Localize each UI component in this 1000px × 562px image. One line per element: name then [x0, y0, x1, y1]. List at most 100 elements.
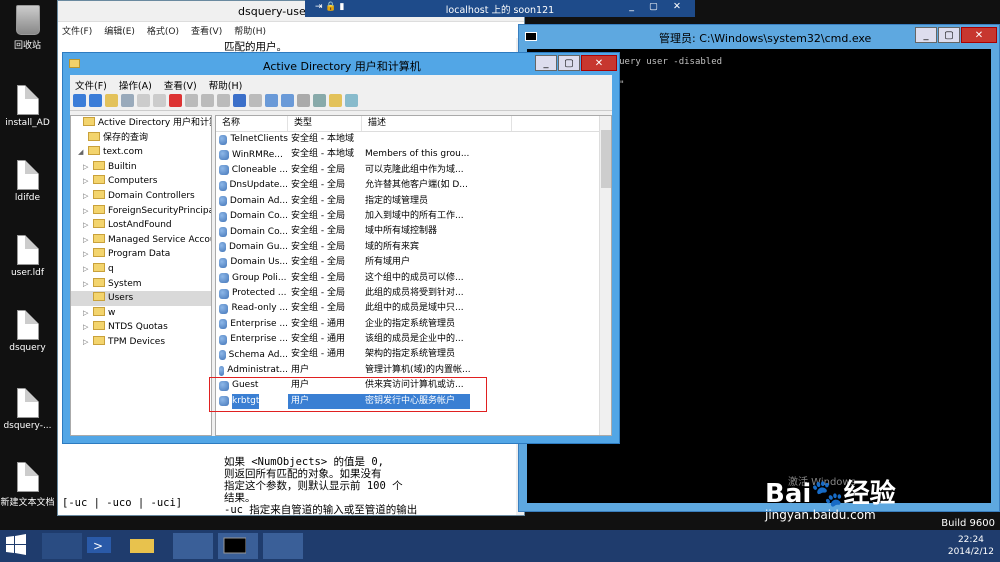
tree-item[interactable]: ▷ Builtin — [71, 160, 211, 175]
filter-icon[interactable] — [313, 94, 326, 107]
expand-arrow-icon[interactable]: ▷ — [83, 218, 93, 233]
tree-item[interactable]: Active Directory 用户和计算机 [s — [71, 116, 211, 131]
expand-arrow-icon[interactable]: ▷ — [83, 174, 93, 189]
minimize-button[interactable]: _ — [535, 55, 557, 71]
notepad-menu-item[interactable]: 格式(O) — [147, 24, 179, 37]
console-icon[interactable] — [249, 94, 262, 107]
expand-arrow-icon[interactable]: ◢ — [78, 145, 88, 160]
pin-icon[interactable]: ⇥ 🔒 ▮ — [315, 2, 344, 12]
tree-item[interactable]: 保存的查询 — [71, 131, 211, 146]
col-name[interactable]: 名称 — [216, 116, 288, 131]
delete-icon[interactable] — [169, 94, 182, 107]
notepad-menu-item[interactable]: 帮助(H) — [234, 24, 266, 37]
close-button[interactable]: ✕ — [581, 55, 617, 71]
server-manager-icon[interactable] — [42, 533, 82, 559]
export-icon[interactable] — [217, 94, 230, 107]
list-header[interactable]: 名称 类型 描述 — [216, 116, 611, 132]
list-row[interactable]: Enterprise ... 安全组 - 通用 企业的指定系统管理员 — [216, 317, 611, 332]
tree-item[interactable]: Users — [71, 291, 211, 306]
expand-arrow-icon[interactable]: ▷ — [83, 247, 93, 262]
tree-item[interactable]: ▷ ForeignSecurityPrincipals — [71, 204, 211, 219]
list-row[interactable]: Read-only ... 安全组 - 全局 此组中的成员是域中只... — [216, 301, 611, 316]
list-row[interactable]: WinRMRe... 安全组 - 本地域 Members of this grou.… — [216, 147, 611, 162]
tree-item[interactable]: ▷ Program Data — [71, 247, 211, 262]
notepad-task-icon[interactable] — [263, 533, 303, 559]
tree-item[interactable]: ▷ Domain Controllers — [71, 189, 211, 204]
desktop-icon[interactable]: install_AD — [0, 85, 55, 128]
aduc-task-icon[interactable] — [173, 533, 213, 559]
list-row[interactable]: Administrat... 用户 管理计算机(域)的内置帐... — [216, 363, 611, 378]
remote-controls[interactable]: _ ▢ ✕ — [629, 1, 687, 12]
cmd-task-icon[interactable] — [218, 533, 258, 559]
list-row[interactable]: Domain Us... 安全组 - 全局 所有域用户 — [216, 255, 611, 270]
desktop-icon[interactable]: ldifde — [0, 160, 55, 203]
list-row[interactable]: Domain Co... 安全组 - 全局 域中所有域控制器 — [216, 224, 611, 239]
explorer-icon[interactable] — [128, 533, 168, 559]
new-user-icon[interactable] — [265, 94, 278, 107]
col-type[interactable]: 类型 — [288, 116, 362, 131]
list-row[interactable]: Domain Gu... 安全组 - 全局 域的所有来宾 — [216, 240, 611, 255]
maximize-button[interactable]: ▢ — [558, 55, 580, 71]
clock[interactable]: 22:24 2014/2/12 — [948, 534, 994, 558]
copy-icon[interactable] — [153, 94, 166, 107]
cut-icon[interactable] — [137, 94, 150, 107]
back-icon[interactable] — [73, 94, 86, 107]
properties-icon[interactable] — [185, 94, 198, 107]
tree-item[interactable]: ◢ text.com — [71, 145, 211, 160]
tree-item[interactable]: ▷ NTDS Quotas — [71, 320, 211, 335]
notepad-menu-item[interactable]: 文件(F) — [62, 24, 92, 37]
expand-arrow-icon[interactable]: ▷ — [83, 320, 93, 335]
notepad-menu-item[interactable]: 编辑(E) — [104, 24, 135, 37]
minimize-button[interactable]: _ — [915, 27, 937, 43]
expand-arrow-icon[interactable]: ▷ — [83, 277, 93, 292]
up-folder-icon[interactable] — [105, 94, 118, 107]
scroll-thumb[interactable] — [601, 130, 611, 188]
list-scrollbar[interactable] — [599, 116, 611, 435]
list-row[interactable]: Domain Co... 安全组 - 全局 加入到域中的所有工作... — [216, 209, 611, 224]
expand-arrow-icon[interactable]: ▷ — [83, 233, 93, 248]
expand-arrow-icon[interactable]: ▷ — [83, 306, 93, 321]
aduc-titlebar[interactable]: Active Directory 用户和计算机 _ ▢ ✕ — [63, 53, 619, 75]
notepad-menu-item[interactable]: 查看(V) — [191, 24, 222, 37]
expand-arrow-icon[interactable]: ▷ — [83, 204, 93, 219]
forward-icon[interactable] — [89, 94, 102, 107]
notepad-menu[interactable]: 文件(F) 编辑(E) 格式(O) 查看(V) 帮助(H) — [58, 22, 524, 38]
tree-item[interactable]: ▷ System — [71, 277, 211, 292]
new-ou-icon[interactable] — [297, 94, 310, 107]
desktop-icon[interactable]: dsquery-... — [0, 388, 55, 431]
list-row[interactable]: DnsUpdate... 安全组 - 全局 允许替其他客户端(如 D... — [216, 178, 611, 193]
tree-item[interactable]: ▷ q — [71, 262, 211, 277]
powershell-icon[interactable]: > — [85, 533, 125, 559]
aduc-menu-item[interactable]: 帮助(H) — [209, 78, 243, 92]
aduc-menu-item[interactable]: 操作(A) — [119, 78, 152, 92]
tree-item[interactable]: ▷ Computers — [71, 174, 211, 189]
cmd-titlebar[interactable]: 管理员: C:\Windows\system32\cmd.exe _ ▢ ✕ — [519, 25, 999, 49]
add-to-group-icon[interactable] — [329, 94, 342, 107]
find-icon[interactable] — [345, 94, 358, 107]
list-row[interactable]: Cloneable ... 安全组 - 全局 可以克隆此组中作为域... — [216, 163, 611, 178]
aduc-menu-item[interactable]: 文件(F) — [75, 78, 107, 92]
expand-arrow-icon[interactable]: ▷ — [83, 160, 93, 175]
new-group-icon[interactable] — [281, 94, 294, 107]
start-button[interactable] — [4, 533, 44, 559]
list-row[interactable]: Domain Ad... 安全组 - 全局 指定的域管理员 — [216, 194, 611, 209]
desktop-icon[interactable]: user.ldf — [0, 235, 55, 278]
aduc-menu[interactable]: 文件(F) 操作(A) 查看(V) 帮助(H) — [70, 75, 612, 93]
expand-arrow-icon[interactable]: ▷ — [83, 189, 93, 204]
desktop-icon[interactable]: 新建文本文档 — [0, 462, 55, 508]
expand-arrow-icon[interactable]: ▷ — [83, 335, 93, 350]
list-row[interactable]: Schema Ad... 安全组 - 通用 架构的指定系统管理员 — [216, 347, 611, 362]
desktop-icon[interactable]: 回收站 — [0, 5, 55, 51]
taskbar[interactable]: > 22:24 2014/2/12 — [0, 530, 1000, 562]
aduc-toolbar[interactable] — [70, 93, 612, 111]
list-row[interactable]: Protected ... 安全组 - 全局 此组的成员将受到针对... — [216, 286, 611, 301]
maximize-button[interactable]: ▢ — [938, 27, 960, 43]
refresh-icon[interactable] — [201, 94, 214, 107]
tree-item[interactable]: ▷ TPM Devices — [71, 335, 211, 350]
tree-item[interactable]: ▷ Managed Service Accour — [71, 233, 211, 248]
desktop-icon[interactable]: dsquery — [0, 310, 55, 353]
list-row[interactable]: Enterprise ... 安全组 - 通用 该组的成员是企业中的... — [216, 332, 611, 347]
remote-desktop-bar[interactable]: ⇥ 🔒 ▮ localhost 上的 soon121 _ ▢ ✕ — [305, 0, 695, 17]
aduc-tree[interactable]: Active Directory 用户和计算机 [s 保存的查询 ◢ text.com… — [70, 115, 212, 436]
close-button[interactable]: ✕ — [961, 27, 997, 43]
